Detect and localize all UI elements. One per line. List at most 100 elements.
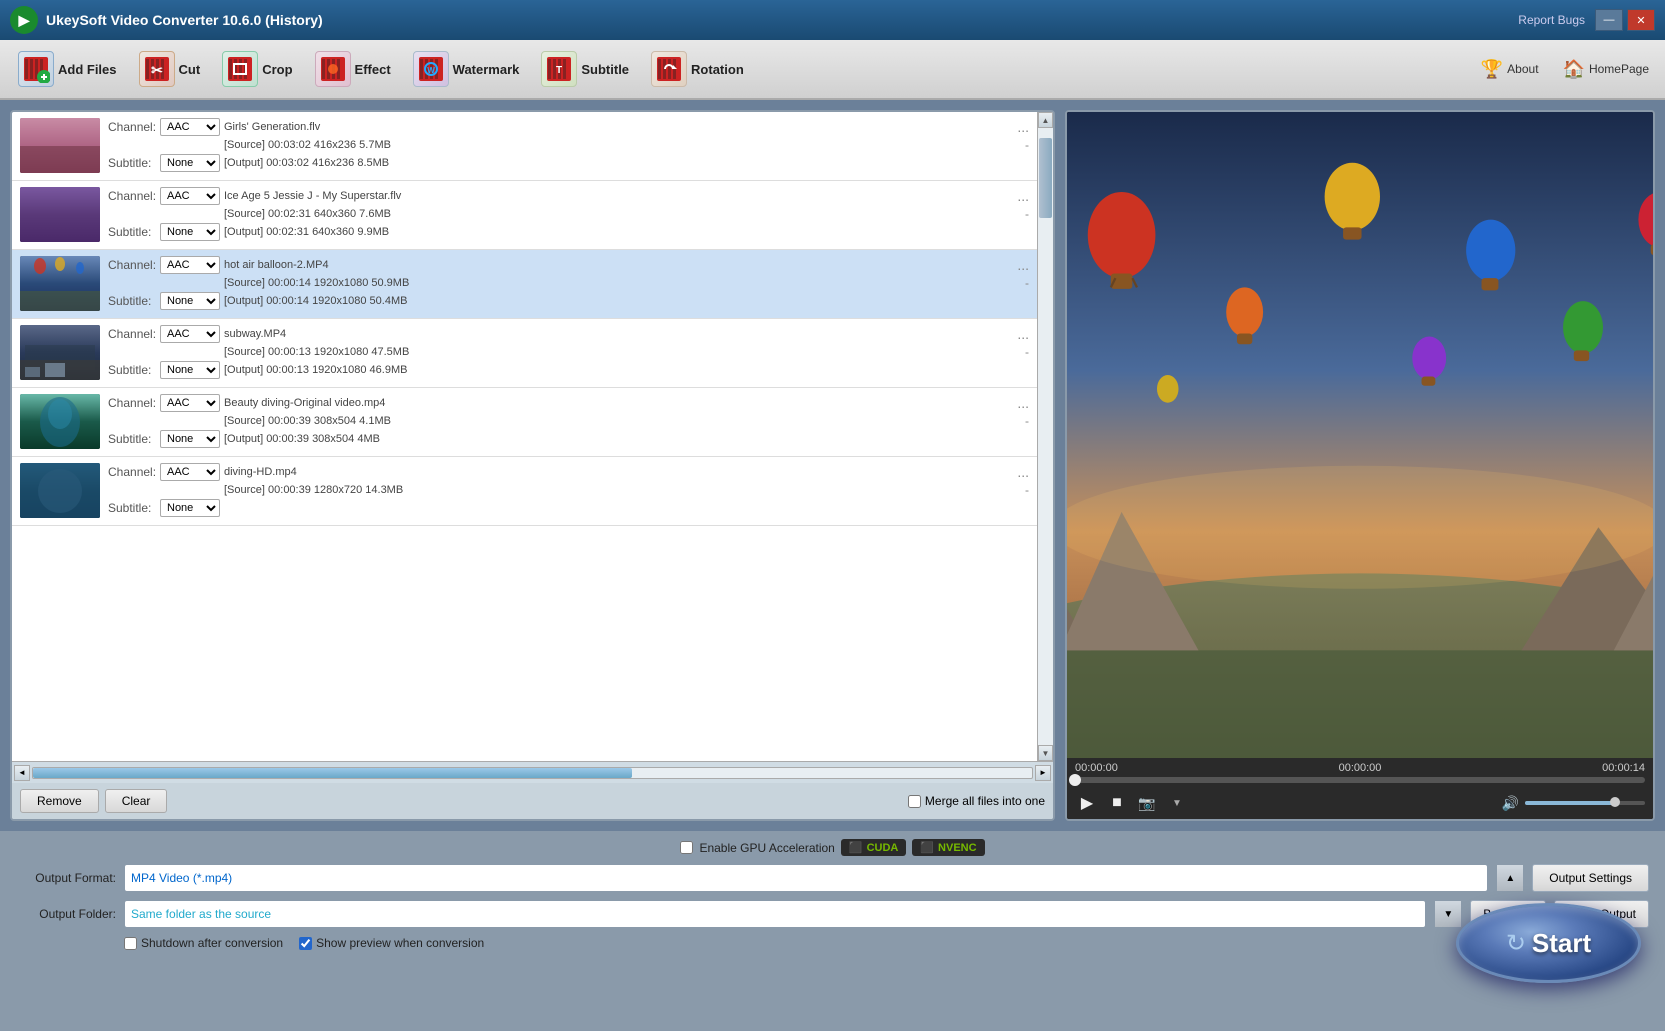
format-input[interactable] xyxy=(124,864,1488,892)
subtitle-select[interactable]: None xyxy=(160,223,220,241)
format-dropdown-btn[interactable]: ▲ xyxy=(1496,864,1524,892)
player-controls: ▶ ■ 📷 ▼ 🔊 xyxy=(1067,787,1653,819)
subtitle-select[interactable]: None xyxy=(160,154,220,172)
scroll-thumb[interactable] xyxy=(1039,138,1052,218)
crop-btn[interactable]: Crop xyxy=(212,44,302,94)
add-files-icon xyxy=(18,51,54,87)
file-item[interactable]: Channel: AAC Ice Age 5 Jessie J - My Sup… xyxy=(12,181,1037,250)
start-btn[interactable]: ↻ Start xyxy=(1456,903,1641,983)
file-more-btn[interactable]: ... xyxy=(1017,326,1029,342)
hscroll-left-btn[interactable]: ◄ xyxy=(14,765,30,781)
subtitle-select[interactable]: None xyxy=(160,292,220,310)
file-more-btn[interactable]: ... xyxy=(1017,257,1029,273)
titlebar: ▶ UkeySoft Video Converter 10.6.0 (Histo… xyxy=(0,0,1665,40)
timeline-track[interactable] xyxy=(1075,777,1645,783)
file-thumbnail xyxy=(20,187,100,242)
subtitle-row: Subtitle: None [Output] 00:03:02 416x236… xyxy=(108,154,1029,172)
window-controls: — ✕ xyxy=(1595,9,1655,31)
merge-checkbox[interactable] xyxy=(908,795,921,808)
subtitle-select[interactable]: None xyxy=(160,430,220,448)
close-btn[interactable]: ✕ xyxy=(1627,9,1655,31)
subtitle-label: Subtitle: xyxy=(108,501,156,515)
cut-btn[interactable]: ✂ Cut xyxy=(129,44,211,94)
scroll-down-btn[interactable]: ▼ xyxy=(1038,745,1053,761)
toolbar-right: 🏆 About 🏠 HomePage xyxy=(1473,55,1657,84)
gpu-checkbox[interactable] xyxy=(680,841,693,854)
report-bugs-link[interactable]: Report Bugs xyxy=(1518,13,1585,27)
camera-arrow-btn[interactable]: ▼ xyxy=(1165,791,1189,815)
channel-row: Channel: AAC Ice Age 5 Jessie J - My Sup… xyxy=(108,187,1029,205)
stop-btn[interactable]: ■ xyxy=(1105,791,1129,815)
file-item[interactable]: Channel: AAC Girls' Generation.flv ... [… xyxy=(12,112,1037,181)
effect-btn[interactable]: Effect xyxy=(305,44,401,94)
crop-label: Crop xyxy=(262,62,292,77)
timeline-times: 00:00:00 00:00:00 00:00:14 xyxy=(1075,762,1645,774)
subtitle-row: Subtitle: None [Output] 00:00:13 1920x10… xyxy=(108,361,1029,379)
subtitle-row: Subtitle: None xyxy=(108,499,1029,517)
file-name: diving-HD.mp4 xyxy=(224,466,297,478)
preview-checkbox[interactable] xyxy=(299,937,312,950)
subtitle-btn[interactable]: T Subtitle xyxy=(531,44,639,94)
shutdown-option: Shutdown after conversion xyxy=(124,936,283,950)
file-more-btn[interactable]: ... xyxy=(1017,395,1029,411)
hscroll-right-btn[interactable]: ► xyxy=(1035,765,1051,781)
volume-slider[interactable] xyxy=(1525,801,1645,805)
svg-text:W: W xyxy=(427,66,435,75)
shutdown-checkbox[interactable] xyxy=(124,937,137,950)
channel-select[interactable]: AAC xyxy=(160,394,220,412)
minimize-btn[interactable]: — xyxy=(1595,9,1623,31)
crop-icon xyxy=(222,51,258,87)
file-thumbnail xyxy=(20,118,100,173)
channel-select[interactable]: AAC xyxy=(160,325,220,343)
file-list: Channel: AAC Girls' Generation.flv ... [… xyxy=(12,112,1037,761)
scroll-up-btn[interactable]: ▲ xyxy=(1038,112,1053,128)
cuda-badge: ⬛ CUDA xyxy=(841,839,906,856)
remove-btn[interactable]: Remove xyxy=(20,789,99,813)
file-item[interactable]: Channel: AAC diving-HD.mp4 ... [Source] … xyxy=(12,457,1037,526)
clear-btn[interactable]: Clear xyxy=(105,789,168,813)
channel-select[interactable]: AAC xyxy=(160,118,220,136)
file-more-btn[interactable]: ... xyxy=(1017,464,1029,480)
options-row: Shutdown after conversion Show preview w… xyxy=(16,936,1649,950)
output-info: [Output] 00:00:13 1920x1080 46.9MB xyxy=(224,364,407,376)
file-item[interactable]: Channel: AAC subway.MP4 ... [Source] 00:… xyxy=(12,319,1037,388)
channel-select[interactable]: AAC xyxy=(160,463,220,481)
subtitle-row: Subtitle: None [Output] 00:02:31 640x360… xyxy=(108,223,1029,241)
channel-select[interactable]: AAC xyxy=(160,256,220,274)
timeline-handle[interactable] xyxy=(1069,774,1081,786)
scroll-track[interactable] xyxy=(1038,128,1053,745)
hscroll-track[interactable] xyxy=(32,767,1033,779)
homepage-btn[interactable]: 🏠 HomePage xyxy=(1555,55,1657,84)
folder-row: Output Folder: ▼ Browse... Open Output xyxy=(16,900,1649,928)
play-btn[interactable]: ▶ xyxy=(1075,791,1099,815)
folder-input[interactable] xyxy=(124,900,1426,928)
volume-handle[interactable] xyxy=(1610,797,1620,807)
file-more-btn[interactable]: ... xyxy=(1017,119,1029,135)
channel-label: Channel: xyxy=(108,465,156,479)
preview-label: Show preview when conversion xyxy=(316,936,484,950)
vertical-scrollbar[interactable]: ▲ ▼ xyxy=(1037,112,1053,761)
subtitle-row: Subtitle: None [Output] 00:00:14 1920x10… xyxy=(108,292,1029,310)
about-label: About xyxy=(1507,62,1538,76)
camera-btn[interactable]: 📷 xyxy=(1135,791,1159,815)
add-files-btn[interactable]: Add Files xyxy=(8,44,127,94)
file-name: Ice Age 5 Jessie J - My Superstar.flv xyxy=(224,190,401,202)
source-info-row: [Source] 00:00:14 1920x1080 50.9MB - xyxy=(108,276,1029,290)
file-name: hot air balloon-2.MP4 xyxy=(224,259,329,271)
channel-select[interactable]: AAC xyxy=(160,187,220,205)
subtitle-select[interactable]: None xyxy=(160,361,220,379)
file-more-btn[interactable]: ... xyxy=(1017,188,1029,204)
output-settings-btn[interactable]: Output Settings xyxy=(1532,864,1649,892)
file-item[interactable]: Channel: AAC hot air balloon-2.MP4 ... [… xyxy=(12,250,1037,319)
about-btn[interactable]: 🏆 About xyxy=(1473,55,1547,84)
timeline: 00:00:00 00:00:00 00:00:14 xyxy=(1067,758,1653,787)
app-title: UkeySoft Video Converter 10.6.0 (History… xyxy=(46,12,1518,28)
rotation-icon xyxy=(651,51,687,87)
file-thumbnail xyxy=(20,256,100,311)
subtitle-select[interactable]: None xyxy=(160,499,220,517)
folder-dropdown-btn[interactable]: ▼ xyxy=(1434,900,1462,928)
rotation-btn[interactable]: Rotation xyxy=(641,44,754,94)
file-item[interactable]: Channel: AAC Beauty diving-Original vide… xyxy=(12,388,1037,457)
watermark-btn[interactable]: W Watermark xyxy=(403,44,530,94)
toolbar: Add Files ✂ Cut xyxy=(0,40,1665,100)
